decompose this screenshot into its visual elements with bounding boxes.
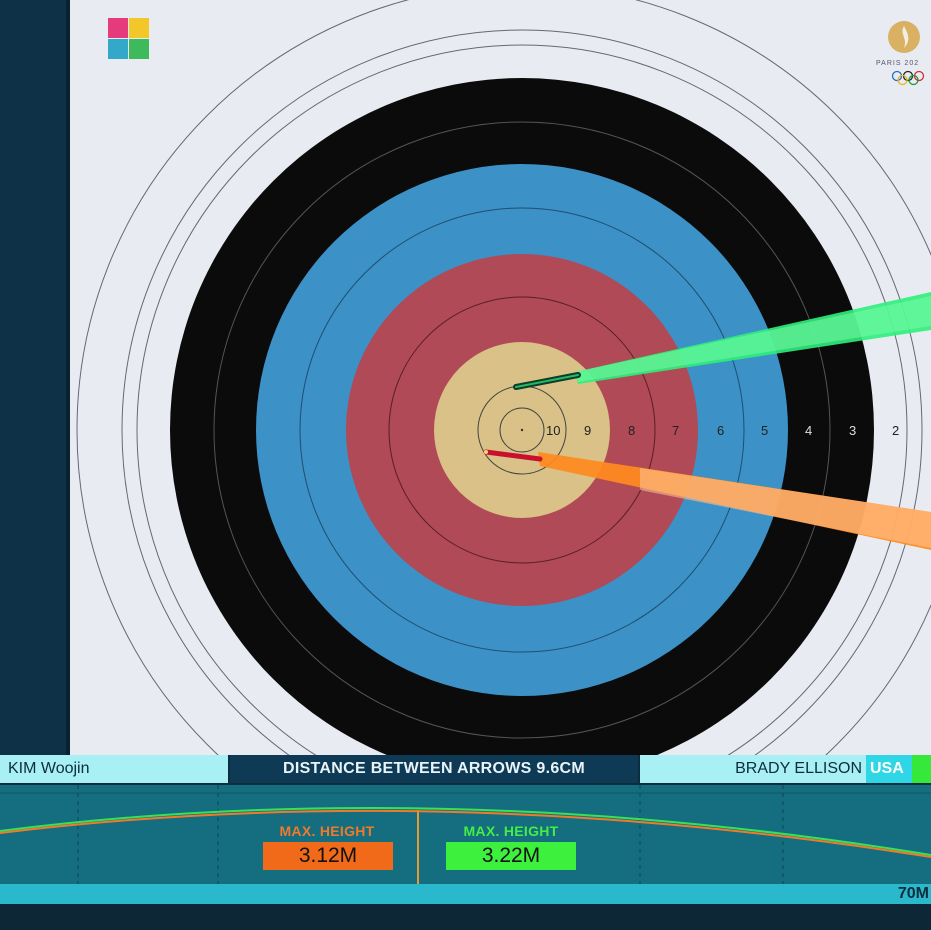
world-archery-logo (107, 18, 153, 80)
right-athlete-box: BRADY ELLISON (640, 755, 866, 783)
right-athlete-name: BRADY ELLISON (735, 760, 862, 777)
logo-square-yellow (129, 18, 149, 38)
ring-number-2: 2 (892, 423, 899, 438)
left-athlete-name: KIM Woojin (8, 760, 90, 777)
paris-flame-icon (888, 21, 920, 53)
broadcast-graphic: 10 9 8 7 6 5 4 3 2 PARIS 202 KIM Woojin … (0, 0, 931, 930)
logo-square-blue (108, 39, 128, 59)
ring-number-9: 9 (584, 423, 591, 438)
ring-number-3: 3 (849, 423, 856, 438)
paris-2024-wordmark: PARIS 202 (876, 60, 920, 67)
distance-headline: DISTANCE BETWEEN ARROWS 9.6CM (282, 760, 586, 777)
logo-square-pink (108, 18, 128, 38)
archery-target: 10 9 8 7 6 5 4 3 2 (76, 0, 931, 755)
ring-number-7: 7 (672, 423, 679, 438)
ring-number-5: 5 (761, 423, 768, 438)
orange-arrow-tip (484, 450, 488, 454)
athlete-color-tab (912, 755, 931, 783)
distance-label: 70M (897, 885, 929, 902)
olympic-rings-icon (891, 70, 925, 86)
left-side-panel (0, 0, 70, 755)
left-athlete-box: KIM Woojin (0, 755, 228, 783)
country-code: USA (870, 760, 904, 777)
ring-number-10: 10 (546, 423, 560, 438)
ring-number-6: 6 (717, 423, 724, 438)
country-badge: USA (866, 755, 912, 783)
right-max-height-label: MAX. HEIGHT (463, 823, 559, 839)
target-board: 10 9 8 7 6 5 4 3 2 (70, 0, 931, 755)
info-bar: KIM Woojin DISTANCE BETWEEN ARROWS 9.6CM… (0, 755, 931, 785)
distance-headline-box: DISTANCE BETWEEN ARROWS 9.6CM (230, 755, 638, 783)
ring-number-4: 4 (805, 423, 812, 438)
logo-square-green (129, 39, 149, 59)
target-center-dot (520, 428, 524, 432)
distance-track (0, 884, 931, 904)
right-max-height-value: 3.22M (446, 842, 576, 870)
ring-number-8: 8 (628, 423, 635, 438)
left-max-height-value: 3.12M (263, 842, 393, 870)
trajectory-panel: 70M MAX. HEIGHT 3.12M MAX. HEIGHT 3.22M (0, 785, 931, 930)
left-max-height-label: MAX. HEIGHT (279, 823, 375, 839)
panel-footer (0, 904, 931, 930)
